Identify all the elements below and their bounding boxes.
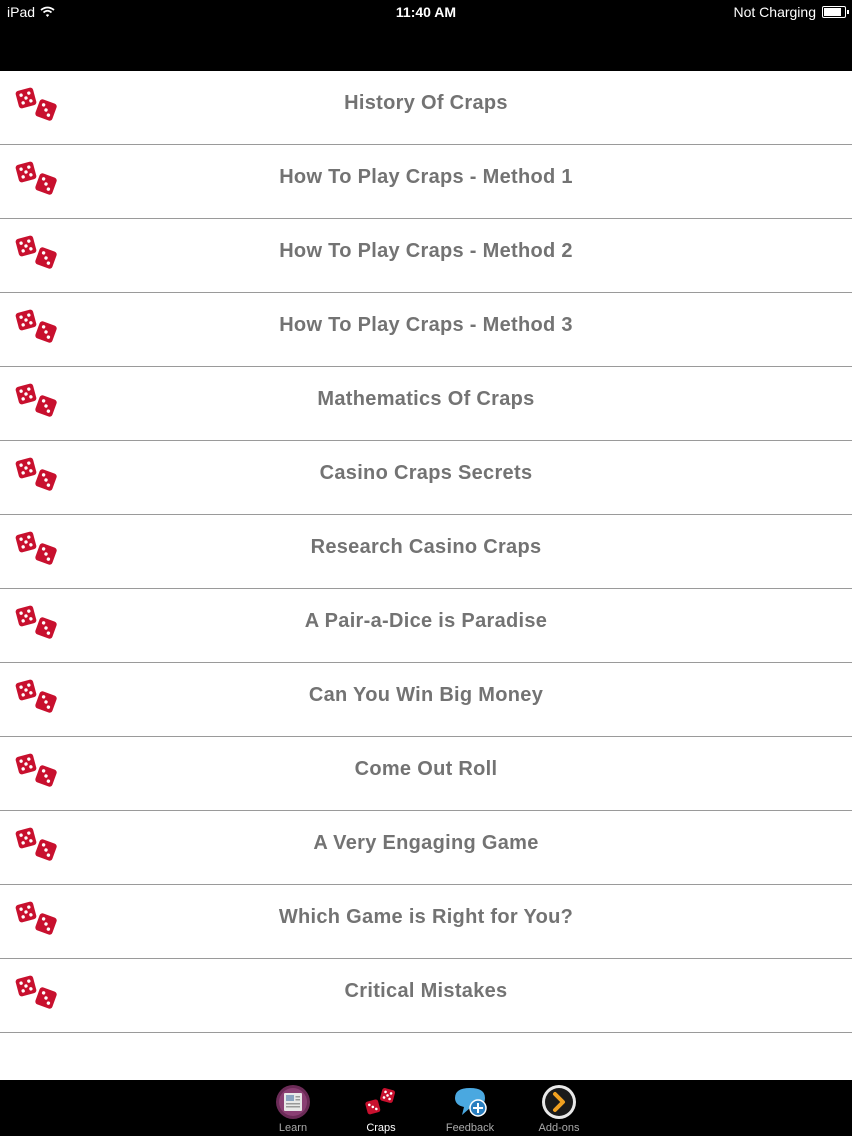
list-item-label: Mathematics Of Craps	[317, 388, 535, 410]
dice-icon	[365, 1087, 396, 1115]
list-item-label: Casino Craps Secrets	[319, 462, 533, 484]
tab-label: Feedback	[445, 1122, 495, 1134]
battery-icon	[822, 6, 849, 18]
list-item[interactable]: How To Play Craps - Method 1	[0, 145, 852, 219]
list-item-label: How To Play Craps - Method 1	[279, 166, 573, 188]
tab-craps[interactable]: Craps	[341, 1080, 421, 1136]
topic-list: History Of Craps How To Play Craps - Met…	[0, 71, 852, 1033]
tab-feedback[interactable]: Feedback	[430, 1080, 510, 1136]
list-item[interactable]: Research Casino Craps	[0, 515, 852, 589]
list-item-label: History Of Craps	[344, 92, 508, 114]
battery-level	[824, 8, 841, 16]
list-item-label: Come Out Roll	[354, 758, 498, 780]
list-item[interactable]: Which Game is Right for You?	[0, 885, 852, 959]
navigation-bar	[0, 24, 852, 71]
list-item[interactable]: A Very Engaging Game	[0, 811, 852, 885]
list-item[interactable]: How To Play Craps - Method 2	[0, 219, 852, 293]
tab-label: Add-ons	[538, 1122, 580, 1134]
status-time: 11:40 AM	[395, 4, 457, 20]
list-item-label: How To Play Craps - Method 3	[279, 314, 573, 336]
list-item[interactable]: Come Out Roll	[0, 737, 852, 811]
list-item-label: How To Play Craps - Method 2	[279, 240, 573, 262]
tab-add-ons[interactable]: Add-ons	[519, 1080, 599, 1136]
status-bar: iPad 11:40 AM Not Charging	[0, 0, 852, 24]
list-item-label: Can You Win Big Money	[308, 684, 544, 706]
chevron-right-icon	[542, 1085, 576, 1119]
tab-label: Learn	[278, 1122, 308, 1134]
tab-label: Craps	[366, 1122, 396, 1134]
list-item-label: A Pair-a-Dice is Paradise	[304, 610, 548, 632]
list-item[interactable]: Mathematics Of Craps	[0, 367, 852, 441]
speech-bubble-plus-icon	[455, 1088, 487, 1117]
list-item-label: Critical Mistakes	[344, 980, 508, 1002]
tab-bar: Learn Craps Feedback Add-ons	[0, 1080, 852, 1136]
list-item-label: A Very Engaging Game	[313, 832, 539, 854]
list-item[interactable]: A Pair-a-Dice is Paradise	[0, 589, 852, 663]
book-icon	[276, 1085, 310, 1119]
list-item-label: Research Casino Craps	[310, 536, 542, 558]
list-item[interactable]: Can You Win Big Money	[0, 663, 852, 737]
list-item[interactable]: How To Play Craps - Method 3	[0, 293, 852, 367]
list-item[interactable]: Casino Craps Secrets	[0, 441, 852, 515]
list-item[interactable]: Critical Mistakes	[0, 959, 852, 1033]
charging-status: Not Charging	[733, 4, 817, 20]
list-item-label: Which Game is Right for You?	[278, 906, 574, 928]
tab-learn[interactable]: Learn	[253, 1080, 333, 1136]
status-right: Not Charging	[733, 4, 849, 20]
list-item[interactable]: History Of Craps	[0, 71, 852, 145]
